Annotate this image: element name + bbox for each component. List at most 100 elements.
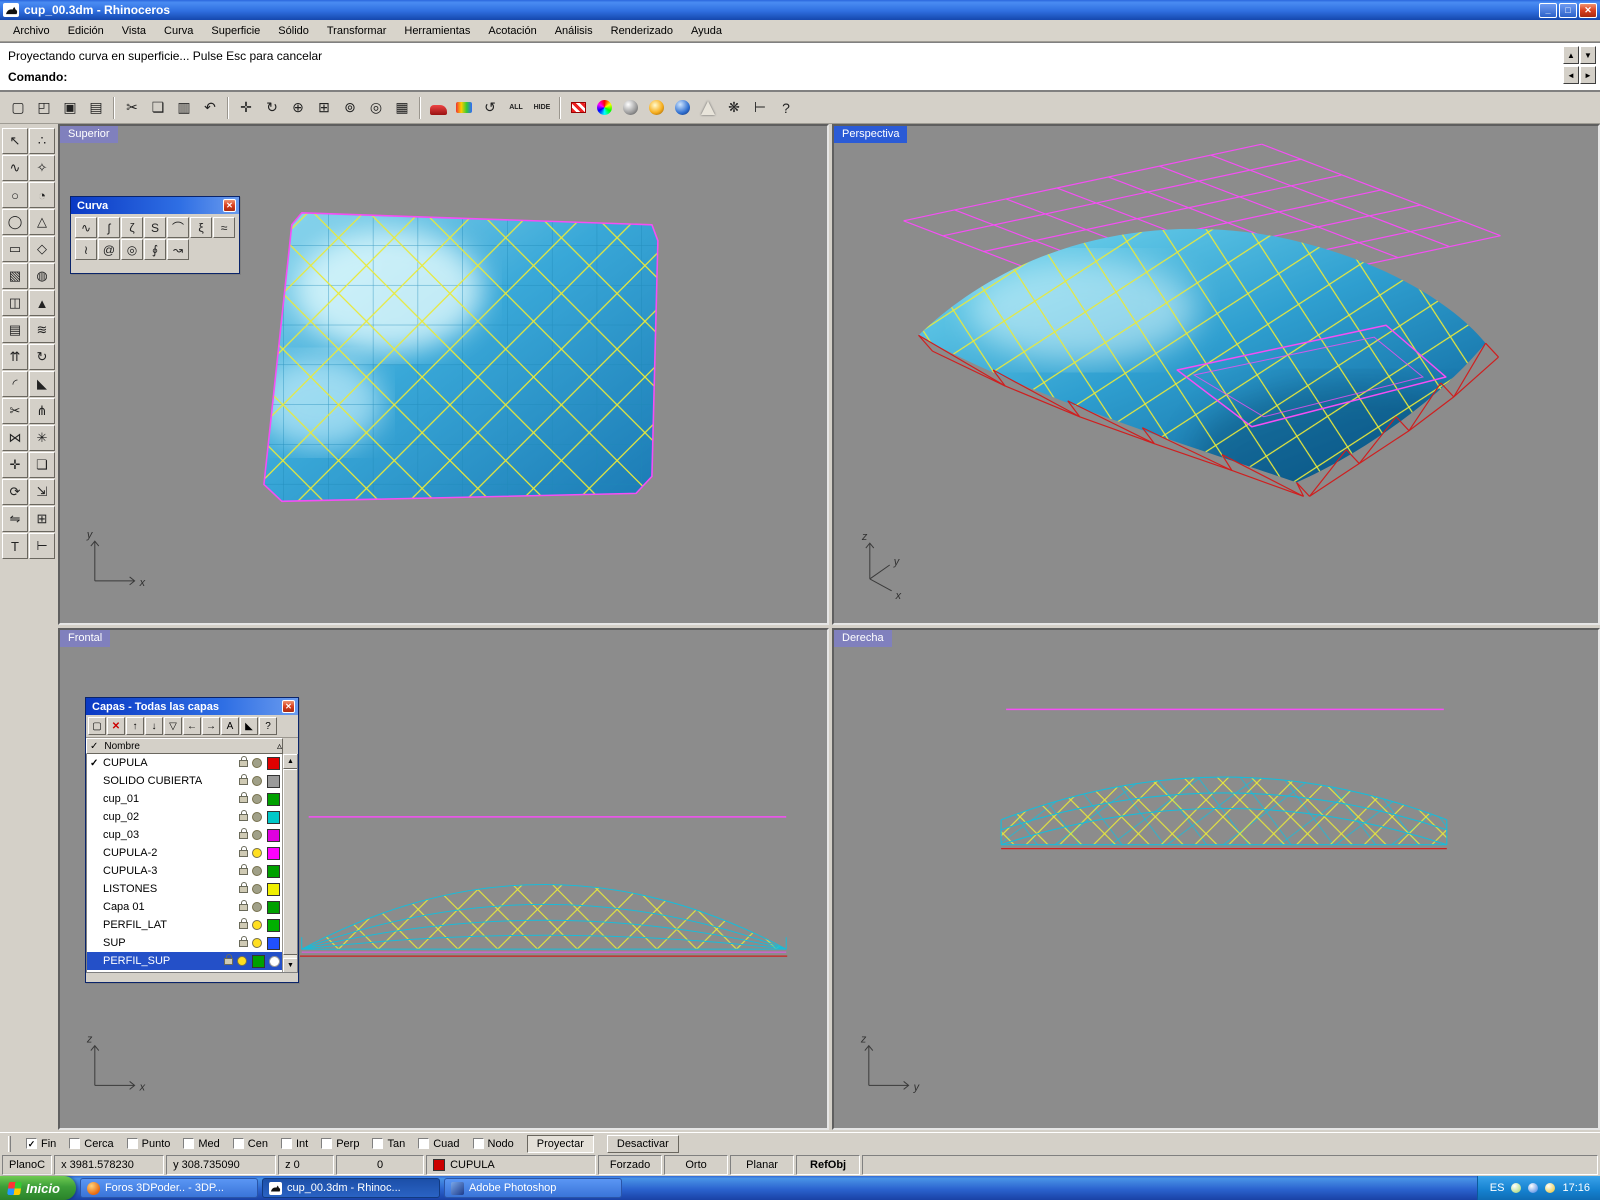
explode-icon[interactable]: ✳ bbox=[29, 425, 55, 451]
bulb-icon[interactable] bbox=[252, 938, 262, 948]
layers-column-header[interactable]: ✓ Nombre ▵ bbox=[86, 738, 283, 754]
viewport-derecha[interactable]: Derecha z y bbox=[832, 628, 1600, 1130]
split-icon[interactable]: ⋔ bbox=[29, 398, 55, 424]
copy-tool-icon[interactable]: ❏ bbox=[29, 452, 55, 478]
copy-icon[interactable]: ❏ bbox=[146, 96, 170, 120]
layer-name[interactable]: LISTONES bbox=[103, 883, 237, 895]
osnap-fin[interactable]: ✓ Fin bbox=[26, 1138, 56, 1150]
layer-row[interactable]: SUP bbox=[87, 934, 282, 952]
command-prev-icon[interactable]: ◄ bbox=[1563, 66, 1579, 84]
cut-icon[interactable]: ✂ bbox=[120, 96, 144, 120]
points-icon[interactable]: ∴ bbox=[29, 128, 55, 154]
osnap-nodo[interactable]: Nodo bbox=[472, 1138, 514, 1150]
curva-tool-icon[interactable]: ξ bbox=[190, 217, 212, 238]
layer-name[interactable]: Capa 01 bbox=[103, 901, 237, 913]
curva-tool-icon[interactable]: ↝ bbox=[167, 239, 189, 260]
osnap-tan[interactable]: Tan bbox=[372, 1138, 405, 1150]
collapse-icon[interactable]: ← bbox=[183, 717, 201, 735]
open-file-icon[interactable]: ◰ bbox=[32, 96, 56, 120]
osnap-cerca[interactable]: Cerca bbox=[69, 1138, 114, 1150]
menu-ayuda[interactable]: Ayuda bbox=[682, 22, 731, 40]
layer-color-swatch[interactable] bbox=[267, 882, 280, 896]
layer-color-swatch[interactable] bbox=[267, 900, 280, 914]
scroll-up-icon[interactable]: ▲ bbox=[283, 754, 297, 769]
lock-icon[interactable] bbox=[239, 773, 248, 785]
cone-tool-icon[interactable] bbox=[696, 96, 720, 120]
cylinder-icon[interactable]: ◫ bbox=[2, 290, 28, 316]
layers-help-icon[interactable]: ? bbox=[259, 717, 277, 735]
revolve-icon[interactable]: ↻ bbox=[29, 344, 55, 370]
osnap-punto[interactable]: Punto bbox=[126, 1138, 170, 1150]
curve-cp-icon[interactable]: ✧ bbox=[29, 155, 55, 181]
filter-layers-icon[interactable]: ▽ bbox=[164, 717, 182, 735]
lock-icon[interactable] bbox=[239, 827, 248, 839]
layer-color-swatch[interactable] bbox=[267, 810, 280, 824]
cone-icon[interactable]: ▲ bbox=[29, 290, 55, 316]
layer-row[interactable]: LISTONES bbox=[87, 880, 282, 898]
current-layer-field[interactable]: CUPULA bbox=[426, 1155, 597, 1175]
osnap-cen[interactable]: Cen bbox=[232, 1138, 268, 1150]
tray-icon-3[interactable] bbox=[1545, 1183, 1556, 1193]
menu-superficie[interactable]: Superficie bbox=[202, 22, 269, 40]
layer-color-swatch[interactable] bbox=[267, 756, 280, 770]
lock-icon[interactable] bbox=[239, 809, 248, 821]
clock[interactable]: 17:16 bbox=[1562, 1182, 1590, 1194]
arc-icon[interactable]: ◔ bbox=[29, 182, 55, 208]
menu-transformar[interactable]: Transformar bbox=[318, 22, 396, 40]
language-indicator[interactable]: ES bbox=[1490, 1182, 1505, 1194]
layer-row[interactable]: CUPULA-2 bbox=[87, 844, 282, 862]
viewport-label-frontal[interactable]: Frontal bbox=[60, 630, 111, 647]
menu-edicion[interactable]: Edición bbox=[59, 22, 113, 40]
move-layer-down-icon[interactable]: ↓ bbox=[145, 717, 163, 735]
curva-tool-icon[interactable]: ≈ bbox=[213, 217, 235, 238]
chamfer-icon[interactable]: ◣ bbox=[29, 371, 55, 397]
bulb-icon[interactable] bbox=[252, 920, 262, 930]
curva-tool-icon[interactable]: ◎ bbox=[121, 239, 143, 260]
layer-row[interactable]: cup_01 bbox=[87, 790, 282, 808]
layer-name[interactable]: CUPULA-3 bbox=[103, 865, 237, 877]
curva-tool-icon[interactable]: ∿ bbox=[75, 217, 97, 238]
layer-name[interactable]: CUPULA bbox=[103, 757, 237, 769]
menu-solido[interactable]: Sólido bbox=[269, 22, 318, 40]
array-icon[interactable]: ⊞ bbox=[29, 506, 55, 532]
delete-layer-icon[interactable]: ✕ bbox=[107, 717, 125, 735]
render-flag-icon[interactable] bbox=[566, 96, 590, 120]
forzado-toggle[interactable]: Forzado bbox=[598, 1155, 663, 1175]
close-button[interactable]: ✕ bbox=[1579, 2, 1597, 18]
join-icon[interactable]: ⋈ bbox=[2, 425, 28, 451]
layer-row[interactable]: ✓ CUPULA bbox=[87, 754, 282, 772]
menu-vista[interactable]: Vista bbox=[113, 22, 155, 40]
bulb-icon[interactable] bbox=[252, 794, 262, 804]
layer-row-selected[interactable]: PERFIL_SUP bbox=[87, 952, 282, 970]
menu-archivo[interactable]: Archivo bbox=[4, 22, 59, 40]
layers-dialog-close-icon[interactable]: ✕ bbox=[282, 700, 295, 713]
bulb-icon[interactable] bbox=[252, 830, 262, 840]
lock-icon[interactable] bbox=[239, 863, 248, 875]
taskbar-item-rhino[interactable]: cup_00.3dm - Rhinoc... bbox=[261, 1178, 440, 1198]
shaded-sphere-icon[interactable] bbox=[618, 96, 642, 120]
tray-icon-1[interactable] bbox=[1511, 1183, 1522, 1193]
color-wheel-icon[interactable] bbox=[592, 96, 616, 120]
bulb-icon[interactable] bbox=[252, 866, 262, 876]
layer-name[interactable]: cup_02 bbox=[103, 811, 237, 823]
layer-color-swatch[interactable] bbox=[267, 864, 280, 878]
layer-row[interactable]: CUPULA-3 bbox=[87, 862, 282, 880]
viewport-perspectiva[interactable]: Perspectiva z y x bbox=[832, 124, 1600, 625]
circle-icon[interactable]: ○ bbox=[2, 182, 28, 208]
new-layer-icon[interactable]: ▢ bbox=[88, 717, 106, 735]
command-prompt[interactable]: Comando: bbox=[8, 67, 1592, 88]
lock-icon[interactable] bbox=[224, 953, 233, 965]
layer-row[interactable]: cup_03 bbox=[87, 826, 282, 844]
layer-name[interactable]: PERFIL_SUP bbox=[103, 955, 222, 967]
osnap-int[interactable]: Int bbox=[280, 1138, 308, 1150]
lock-icon[interactable] bbox=[239, 791, 248, 803]
zoom-selected-icon[interactable]: ◎ bbox=[364, 96, 388, 120]
sort-layers-icon[interactable]: A bbox=[221, 717, 239, 735]
taskbar-item-forum[interactable]: Foros 3DPoder.. - 3DP... bbox=[79, 1178, 258, 1198]
select-icon[interactable]: ↖ bbox=[2, 128, 28, 154]
bulb-icon[interactable] bbox=[237, 956, 247, 966]
polygon-icon[interactable]: ◇ bbox=[29, 236, 55, 262]
zoom-window-icon[interactable]: ⊞ bbox=[312, 96, 336, 120]
blue-sphere-icon[interactable] bbox=[670, 96, 694, 120]
viewport-label-derecha[interactable]: Derecha bbox=[834, 630, 892, 647]
